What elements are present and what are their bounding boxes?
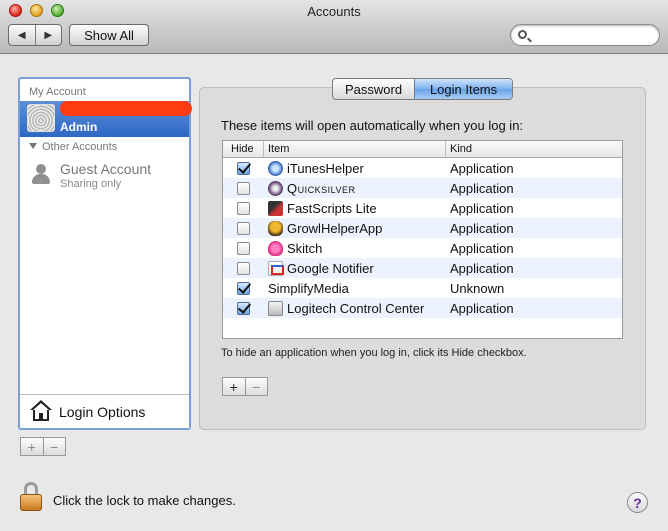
hide-checkbox[interactable]: [237, 261, 250, 275]
itunes-icon: [268, 160, 283, 176]
login-options-row[interactable]: Login Options: [20, 394, 189, 428]
accounts-list: My Account Admin Other Accounts Guest Ac…: [18, 77, 192, 430]
forward-arrow-icon: ▶: [44, 29, 53, 41]
item-kind: Application: [450, 240, 514, 256]
remove-login-item-button[interactable]: −: [244, 378, 268, 395]
login-options-label: Login Options: [59, 404, 146, 420]
item-name: Logitech Control Center: [287, 300, 425, 316]
table-row[interactable]: iTunesHelper Application: [223, 158, 622, 178]
table-row[interactable]: Google Notifier Application: [223, 258, 622, 278]
show-all-button[interactable]: Show All: [69, 24, 149, 46]
logitech-icon: [268, 300, 283, 316]
item-name: iTunesHelper: [287, 160, 364, 176]
window-titlebar: Accounts ◀ ▶ Show All: [0, 0, 668, 54]
hide-checkbox[interactable]: [237, 281, 250, 295]
window-title: Accounts: [307, 4, 361, 19]
item-kind: Application: [450, 200, 514, 216]
tab-password[interactable]: Password: [333, 79, 414, 99]
back-arrow-icon: ◀: [17, 29, 26, 41]
guest-person-icon: [30, 163, 52, 185]
forward-button[interactable]: ▶: [34, 25, 62, 45]
hide-hint-text: To hide an application when you log in, …: [221, 347, 527, 359]
user-avatar: [27, 104, 55, 132]
item-name: GrowlHelperApp: [287, 220, 383, 236]
table-row[interactable]: GrowlHelperApp Application: [223, 218, 622, 238]
user-role: Admin: [60, 120, 98, 134]
login-items-heading: These items will open automatically when…: [221, 118, 524, 133]
skitch-icon: [268, 240, 283, 256]
column-header-kind[interactable]: Kind: [446, 141, 622, 157]
hide-checkbox[interactable]: [237, 161, 250, 175]
quicksilver-icon: [268, 180, 283, 196]
item-name: Quicksilver: [287, 180, 356, 196]
help-button[interactable]: ?: [627, 492, 648, 513]
table-row[interactable]: SimplifyMedia Unknown: [223, 278, 622, 298]
search-icon: [518, 30, 527, 39]
table-row[interactable]: FastScripts Lite Application: [223, 198, 622, 218]
item-name: Google Notifier: [287, 260, 374, 276]
search-field[interactable]: [510, 24, 660, 46]
other-accounts-header[interactable]: Other Accounts: [29, 141, 117, 153]
lock-icon[interactable]: [20, 482, 42, 512]
growl-icon: [268, 220, 283, 236]
item-kind: Unknown: [450, 280, 505, 296]
tab-login-items[interactable]: Login Items: [414, 79, 512, 99]
add-account-button[interactable]: +: [21, 438, 43, 455]
my-account-header: My Account: [29, 86, 86, 98]
hide-checkbox[interactable]: [237, 181, 250, 195]
table-row[interactable]: Logitech Control Center Application: [223, 298, 622, 318]
hide-checkbox[interactable]: [237, 201, 250, 215]
table-row[interactable]: Quicksilver Application: [223, 178, 622, 198]
back-button[interactable]: ◀: [9, 25, 35, 45]
item-name: Skitch: [287, 240, 323, 256]
lock-message: Click the lock to make changes.: [53, 493, 236, 508]
search-input[interactable]: [531, 27, 651, 43]
item-name: SimplifyMedia: [268, 280, 349, 296]
table-row[interactable]: Skitch Application: [223, 238, 622, 258]
table-header: Hide Item Kind: [223, 141, 622, 158]
guest-account-name: Guest Account: [60, 161, 152, 177]
google-notifier-icon: [268, 260, 284, 276]
disclosure-triangle-icon: [29, 143, 37, 149]
guest-account-status: Sharing only: [60, 178, 122, 190]
guest-account-row[interactable]: Guest Account Sharing only: [20, 159, 189, 191]
hide-checkbox[interactable]: [237, 221, 250, 235]
hide-checkbox[interactable]: [237, 301, 250, 315]
login-items-add-remove: + −: [222, 377, 268, 396]
column-header-item[interactable]: Item: [264, 141, 446, 157]
house-icon: [29, 400, 53, 422]
current-user-row[interactable]: Admin: [20, 101, 192, 137]
remove-account-button[interactable]: −: [42, 438, 66, 455]
navigation-buttons: ◀ ▶: [8, 24, 62, 46]
hide-checkbox[interactable]: [237, 241, 250, 255]
item-kind: Application: [450, 180, 514, 196]
item-kind: Application: [450, 300, 514, 316]
item-kind: Application: [450, 160, 514, 176]
item-name: FastScripts Lite: [287, 200, 377, 216]
item-kind: Application: [450, 260, 514, 276]
item-kind: Application: [450, 220, 514, 236]
add-login-item-button[interactable]: +: [223, 378, 245, 395]
redacted-username: [60, 101, 192, 116]
account-add-remove: + −: [20, 437, 66, 456]
column-header-hide[interactable]: Hide: [223, 141, 264, 157]
fastscripts-icon: [268, 200, 283, 216]
login-items-table: Hide Item Kind iTunesHelper Application …: [222, 140, 623, 339]
tab-bar: Password Login Items: [332, 78, 513, 100]
